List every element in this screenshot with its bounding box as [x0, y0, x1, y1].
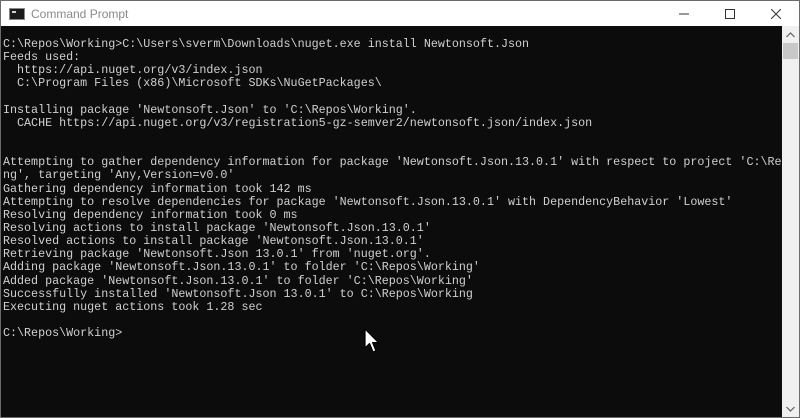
console-line: C:\Program Files (x86)\Microsoft SDKs\Nu…	[3, 76, 382, 91]
window-title: Command Prompt	[31, 6, 129, 21]
minimize-icon	[679, 13, 689, 14]
console-line: Executing nuget actions took 1.28 sec	[3, 299, 263, 314]
console-line: C:\Repos\Working>	[3, 326, 123, 341]
title-bar[interactable]: Command Prompt	[1, 1, 799, 26]
command-prompt-window: Command Prompt C:\Repos\Working>C:\Users…	[0, 0, 800, 418]
console-icon[interactable]	[9, 7, 25, 20]
console-line: Installing package 'Newtonsoft.Json' to …	[3, 102, 417, 117]
maximize-button[interactable]	[707, 1, 753, 26]
console-line: ng', targeting 'Any,Version=v0.0'	[3, 168, 235, 183]
console-line: Adding package 'Newtonsoft.Json.13.0.1' …	[3, 260, 480, 275]
console-line: Gathering dependency information took 14…	[3, 181, 312, 196]
close-button[interactable]	[753, 1, 799, 26]
console-line: Added package 'Newtonsoft.Json.13.0.1' t…	[3, 273, 473, 288]
console-line: Successfully installed 'Newtonsoft.Json …	[3, 286, 473, 301]
mouse-pointer-icon	[364, 328, 380, 353]
console-line: Resolving dependency information took 0 …	[3, 207, 298, 222]
scroll-up-button[interactable]	[782, 26, 799, 43]
caption-buttons	[661, 1, 799, 26]
console-line: Attempting to resolve dependencies for p…	[3, 194, 733, 209]
scrollbar-thumb[interactable]	[783, 43, 798, 59]
chevron-down-icon	[786, 406, 795, 412]
chevron-up-icon	[786, 31, 795, 37]
console-line: C:\Repos\Working>C:\Users\sverm\Download…	[3, 37, 530, 51]
vertical-scrollbar[interactable]	[782, 26, 799, 417]
console-output-area[interactable]: C:\Repos\Working>C:\Users\sverm\Download…	[1, 26, 782, 417]
console-line: CACHE https://api.nuget.org/v3/registrat…	[3, 115, 593, 130]
scroll-down-button[interactable]	[782, 400, 799, 417]
close-icon	[771, 8, 781, 19]
maximize-icon	[725, 8, 735, 19]
console-output: C:\Repos\Working>C:\Users\sverm\Download…	[1, 26, 782, 340]
minimize-button[interactable]	[661, 1, 707, 26]
